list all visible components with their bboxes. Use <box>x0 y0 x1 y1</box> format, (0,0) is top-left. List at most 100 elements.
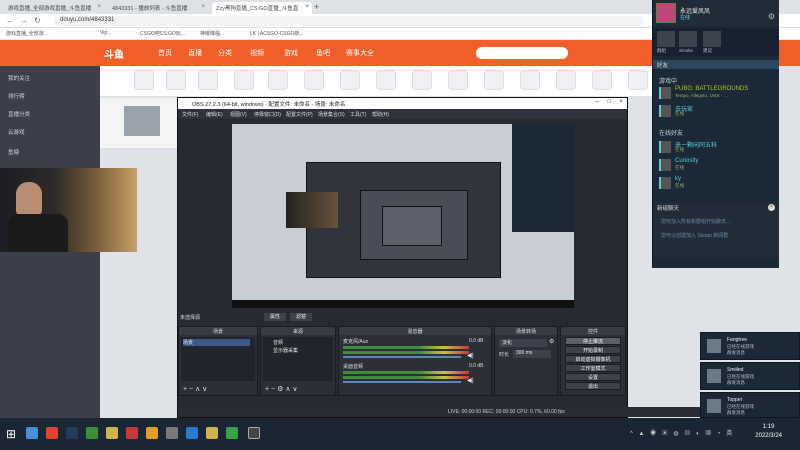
app-icon[interactable] <box>226 427 238 439</box>
app-icon[interactable] <box>186 427 198 439</box>
friend-item[interactable]: Curiosity 在线 <box>659 158 774 174</box>
app-icon[interactable] <box>166 427 178 439</box>
menu-item[interactable]: 配置文件(P) <box>286 111 313 118</box>
friend-item[interactable]: PUBG: BATTLEGROUNDS Tempo, Allegato, 191… <box>659 86 774 102</box>
menu-item[interactable]: 视图(V) <box>230 111 247 118</box>
nav-item[interactable]: 鱼吧 <box>316 48 330 58</box>
up-icon[interactable]: ∧ <box>195 386 200 393</box>
obs-icon[interactable] <box>248 427 260 439</box>
friend-item[interactable]: ky 在线 <box>659 176 774 192</box>
bookmark-item[interactable]: Vip... <box>100 30 111 36</box>
remove-icon[interactable]: − <box>271 386 275 393</box>
sidebar-item[interactable]: 排行榜 <box>8 92 25 100</box>
url-input[interactable]: douyu.com/4843331 <box>54 16 644 26</box>
steam-icon[interactable] <box>66 427 78 439</box>
category-icon[interactable] <box>520 70 540 90</box>
nav-item[interactable]: 首页 <box>158 48 172 58</box>
down-icon[interactable]: ∨ <box>292 386 297 393</box>
app-icon[interactable] <box>146 427 158 439</box>
menu-item[interactable]: 帮助(H) <box>372 111 389 118</box>
bookmark-item[interactable]: CSGO吧CS:GO玩... <box>140 30 185 37</box>
gear-icon[interactable]: ⚙ <box>768 12 775 21</box>
start-recording-button[interactable]: 开始录制 <box>565 346 621 354</box>
group-avatar[interactable] <box>703 31 721 47</box>
menu-item[interactable]: 工具(T) <box>350 111 366 118</box>
minimize-icon[interactable]: – <box>596 99 599 105</box>
system-tray[interactable]: ^ ▲ ◉ ▣ ◍ ▤ ◐ ▦ ◔ 英 <box>630 428 734 437</box>
steam-notification[interactable]: Topper 已经在线游戏 群发消息 <box>700 392 800 418</box>
group-avatar[interactable] <box>679 31 697 47</box>
close-icon[interactable]: × <box>305 4 309 10</box>
browser-tab[interactable]: 游戏直播_全部游戏直播_斗鱼直播 × <box>4 2 104 14</box>
new-tab-icon[interactable]: + <box>314 2 319 12</box>
volume-slider[interactable] <box>343 381 461 383</box>
volume-slider[interactable] <box>343 356 461 358</box>
app-icon[interactable] <box>126 427 138 439</box>
category-icon[interactable] <box>628 70 648 90</box>
steam-notification[interactable]: Fangtree 已经在线游戏 群发消息 <box>700 332 800 360</box>
search-input[interactable] <box>476 47 568 59</box>
menu-item[interactable]: 文件(F) <box>182 111 198 118</box>
category-icon[interactable] <box>304 70 324 90</box>
list-item[interactable]: 场景 <box>183 339 250 346</box>
taskbar-clock[interactable]: 1:19 2022/3/24 <box>755 423 782 441</box>
nav-item[interactable]: 分类 <box>218 48 232 58</box>
close-icon[interactable]: × <box>97 4 101 10</box>
menu-item[interactable]: 编辑(E) <box>206 111 223 118</box>
settings-button[interactable]: 设置 <box>565 373 621 381</box>
menu-item[interactable]: 停靠窗口(D) <box>254 111 281 118</box>
browser-tab-active[interactable]: Zzy黑狗直播_CS:GO直播_斗鱼直 × <box>212 2 312 14</box>
category-icon[interactable] <box>234 70 254 90</box>
bookmark-item[interactable]: 神曜降临... <box>200 30 224 37</box>
studio-mode-button[interactable]: 工作室模式 <box>565 364 621 372</box>
nav-item[interactable]: 视频 <box>250 48 264 58</box>
app-icon[interactable] <box>206 427 218 439</box>
category-icon[interactable] <box>448 70 468 90</box>
search-icon[interactable] <box>26 427 38 439</box>
maximize-icon[interactable]: □ <box>607 99 611 105</box>
sidebar-item[interactable]: 云游戏 <box>8 128 25 136</box>
bookmark-item[interactable]: LK | ACSGO-CSGO航... <box>250 30 304 37</box>
sidebar-item[interactable]: 直播分类 <box>8 110 30 118</box>
exit-button[interactable]: 退出 <box>565 382 621 390</box>
category-icon[interactable] <box>268 70 288 90</box>
category-icon[interactable] <box>412 70 432 90</box>
add-icon[interactable]: + <box>183 386 187 393</box>
menu-item[interactable]: 场景集合(S) <box>318 111 345 118</box>
category-icon[interactable] <box>198 70 218 90</box>
category-icon[interactable] <box>134 70 154 90</box>
browser-tab[interactable]: 4843331 - 播放列表 - 斗鱼直播 × <box>108 2 208 14</box>
douyu-logo[interactable]: 斗鱼 <box>104 46 124 61</box>
category-icon[interactable] <box>376 70 396 90</box>
list-item[interactable]: 显示器采集 <box>273 347 298 354</box>
down-icon[interactable]: ∨ <box>202 386 207 393</box>
list-item[interactable]: 音频 <box>273 339 283 346</box>
transition-select[interactable]: 淡化 <box>499 339 547 347</box>
windows-start-icon[interactable]: ⊞ <box>6 427 16 441</box>
category-icon[interactable] <box>340 70 360 90</box>
bookmark-item[interactable]: 游戏直播_全部游... <box>6 30 48 37</box>
streamer-card[interactable] <box>100 98 180 148</box>
category-icon[interactable] <box>166 70 186 90</box>
group-avatar[interactable] <box>657 31 675 47</box>
virtual-camera-button[interactable]: 启动虚拟摄像机 <box>565 355 621 363</box>
properties-button[interactable]: 属性 <box>264 313 286 321</box>
wechat-icon[interactable] <box>86 427 98 439</box>
friend-item[interactable]: 去玩家 在线 <box>659 104 774 120</box>
category-icon[interactable] <box>484 70 504 90</box>
steam-notification[interactable]: Smiiled 已经在线游戏 群发消息 <box>700 362 800 390</box>
category-icon[interactable] <box>592 70 612 90</box>
back-icon[interactable]: ← <box>6 16 14 25</box>
sidebar-item[interactable]: 鱼塘 <box>8 148 19 156</box>
close-icon[interactable]: × <box>201 4 205 10</box>
reload-icon[interactable]: ↻ <box>34 16 41 25</box>
speaker-icon[interactable]: ◀) <box>467 377 474 384</box>
nav-item[interactable]: 赛事大全 <box>346 48 374 58</box>
obs-preview[interactable] <box>232 124 574 308</box>
duration-input[interactable]: 300 ms <box>513 350 551 358</box>
nav-item[interactable]: 直播 <box>188 48 202 58</box>
chrome-icon[interactable] <box>46 427 58 439</box>
add-icon[interactable]: + <box>265 386 269 393</box>
sidebar-item[interactable]: 我的关注 <box>8 74 30 82</box>
remove-icon[interactable]: − <box>189 386 193 393</box>
